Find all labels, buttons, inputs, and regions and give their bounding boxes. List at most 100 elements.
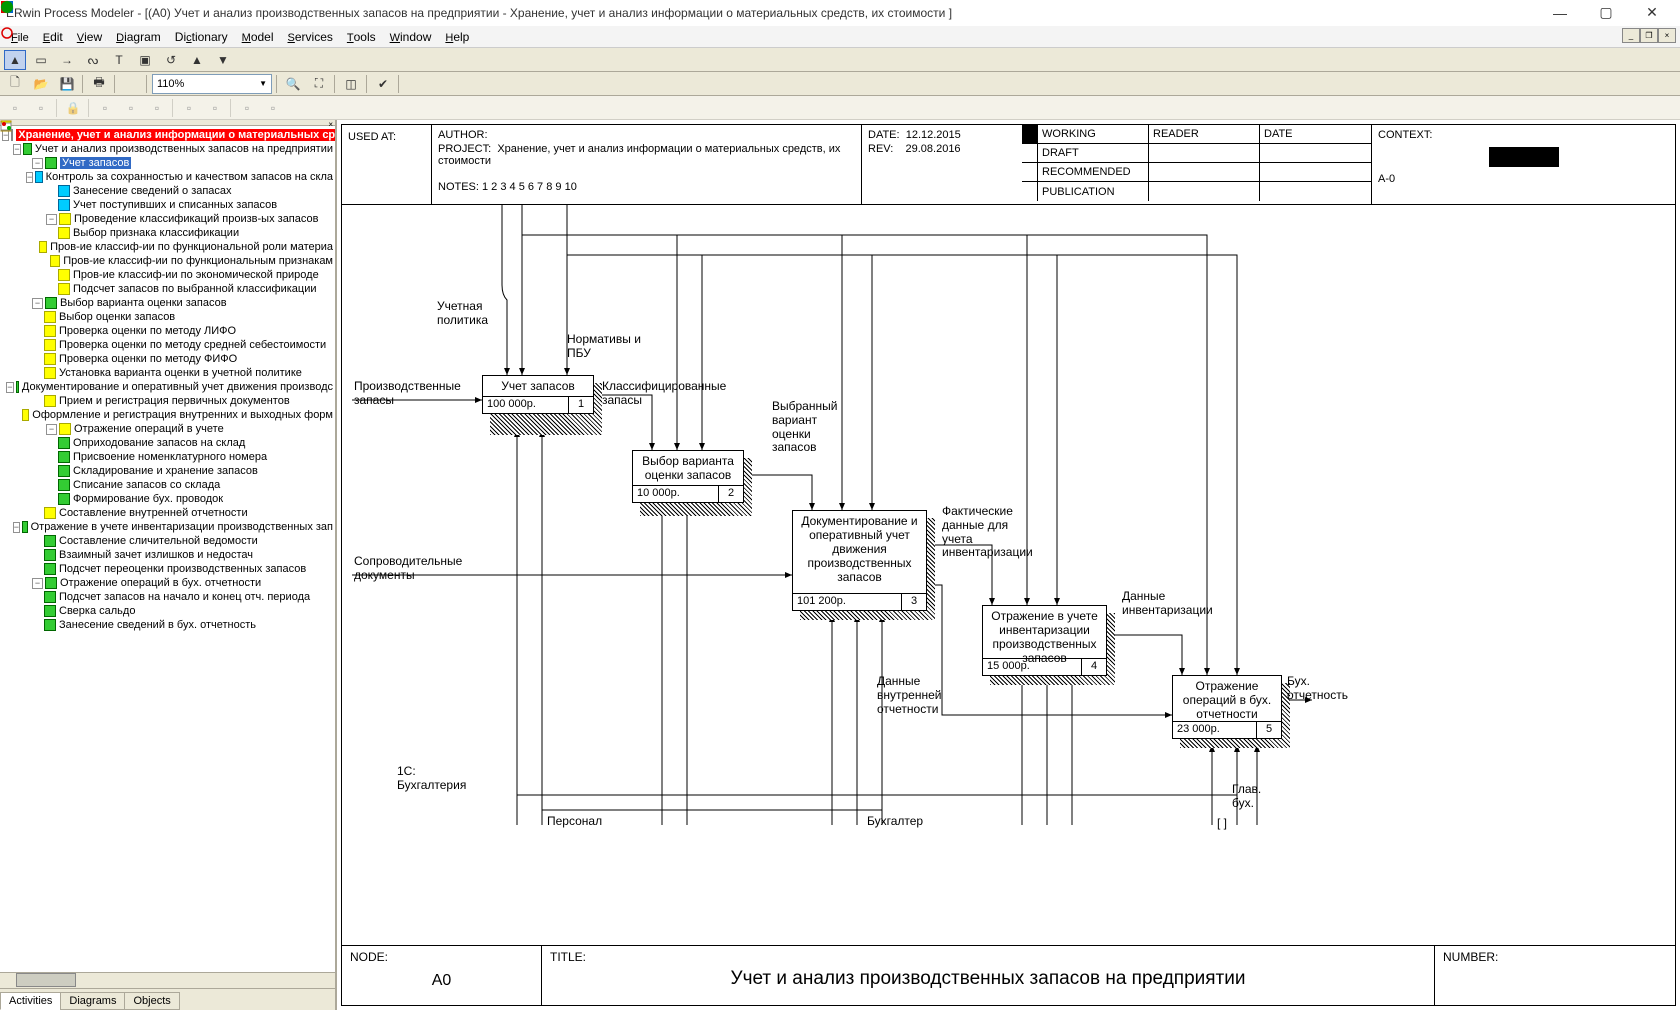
mm-btn5[interactable]: ▫ (146, 98, 168, 118)
tree-hscroll[interactable] (0, 972, 335, 988)
mdi-restore[interactable]: ❐ (1640, 28, 1658, 43)
tree-item[interactable]: Отражение в учете инвентаризации произво… (31, 521, 333, 533)
tree-item[interactable]: Занесение сведений в бух. отчетность (59, 619, 256, 631)
mm-btn9[interactable]: ▫ (262, 98, 284, 118)
menu-edit[interactable]: Edit (36, 28, 70, 46)
arrow-label: Бух. отчетность (1287, 675, 1348, 703)
tree-item[interactable]: Сверка сальдо (59, 605, 135, 617)
tree-item[interactable]: Присвоение номенклатурного номера (73, 451, 267, 463)
new-button[interactable]: 🗋 (4, 74, 26, 94)
tree-item[interactable]: Пров-ие классиф-ии по экономической прир… (73, 269, 319, 281)
tree-item[interactable]: Занесение сведений о запасах (73, 185, 232, 197)
tree-item[interactable]: Оформление и регистрация внутренних и вы… (32, 409, 333, 421)
tree-item[interactable]: Отражение операций в бух. отчетности (60, 577, 261, 589)
tree-item[interactable]: Составление внутренней отчетности (59, 507, 248, 519)
context-thumbnail (1489, 147, 1559, 167)
tree-root[interactable]: Хранение, учет и анализ информации о мат… (16, 129, 335, 141)
tree-item[interactable]: Пров-ие классиф-ии по функциональной рол… (50, 241, 333, 253)
menu-services[interactable]: Services (281, 28, 340, 46)
standard-toolbar: 🗋 📂 💾 🖶 110%▼ 🔍 ⛶ ◫ ✔ (0, 72, 1680, 96)
tree-a1[interactable]: Учет запасов (60, 157, 131, 169)
menu-diagram[interactable]: Diagram (109, 28, 168, 46)
tree-item[interactable]: Выбор варианта оценки запасов (60, 297, 227, 309)
mm-btn1[interactable]: ▫ (4, 98, 26, 118)
explorer-tabs: Activities Diagrams Objects (0, 988, 335, 1010)
mm-btn2[interactable]: ▫ (30, 98, 52, 118)
activity-box-4[interactable]: Отражение в учете инвентаризации произво… (982, 605, 1107, 676)
tree-item[interactable]: Пров-ие классиф-ии по функциональным при… (63, 255, 333, 267)
arrow-label: Данные внутренней отчетности (877, 675, 941, 716)
pointer-tool[interactable]: ▲ (4, 50, 26, 70)
mm-btn3[interactable]: ▫ (94, 98, 116, 118)
tree-item[interactable]: Выбор признака классификации (73, 227, 239, 239)
menu-model[interactable]: Model (235, 28, 281, 46)
text-tool[interactable]: T (108, 50, 130, 70)
tree-item[interactable]: Проверка оценки по методу средней себест… (59, 339, 326, 351)
zoom-in[interactable]: 🔍 (282, 74, 304, 94)
menu-help[interactable]: Help (438, 28, 476, 46)
tree-item[interactable]: Проверка оценки по методу ЛИФО (59, 325, 236, 337)
arrow-tool[interactable]: → (56, 50, 78, 70)
maximize-button[interactable]: ▢ (1584, 2, 1628, 24)
tree-item[interactable]: Взаимный зачет излишков и недостач (59, 549, 253, 561)
menu-tools[interactable]: Tools (340, 28, 383, 46)
tree-item[interactable]: Подсчет запасов на начало и конец отч. п… (59, 591, 310, 603)
mm-btn4[interactable]: ▫ (120, 98, 142, 118)
tab-diagrams[interactable]: Diagrams (60, 992, 125, 1010)
menu-view[interactable]: View (70, 28, 109, 46)
diagram-canvas[interactable]: USED AT: AUTHOR: PROJECT: Хранение, учет… (337, 120, 1680, 1010)
activity-box-2[interactable]: Выбор варианта оценки запасов 10 000р.2 (632, 450, 744, 503)
activity-box-1[interactable]: Учет запасов 100 000р.1 (482, 375, 594, 414)
goto-sibling[interactable]: ▼ (212, 50, 234, 70)
tab-activities[interactable]: Activities (0, 992, 61, 1010)
diagram-tool[interactable]: ▣ (134, 50, 156, 70)
tree-item[interactable]: Проверка оценки по методу ФИФО (59, 353, 237, 365)
tree-item[interactable]: Оприходование запасов на склад (73, 437, 245, 449)
tree-item[interactable]: Составление сличительной ведомости (59, 535, 258, 547)
print-button[interactable]: 🖶 (88, 74, 110, 94)
save-button[interactable]: 💾 (56, 74, 78, 94)
arrow-label: Фактические данные для учета инвентариза… (942, 505, 1033, 560)
tree-item[interactable]: Складирование и хранение запасов (73, 465, 258, 477)
tree-item[interactable]: Формирование бух. проводок (73, 493, 223, 505)
minimize-button[interactable]: — (1538, 2, 1582, 24)
tree-item[interactable]: Прием и регистрация первичных документов (59, 395, 290, 407)
tree-item[interactable]: Контроль за сохранностью и качеством зап… (46, 171, 333, 183)
tree-item[interactable]: Документирование и оперативный учет движ… (22, 381, 333, 393)
model-tree[interactable]: −Хранение, учет и анализ информации о ма… (0, 126, 335, 972)
mm-btn7[interactable]: ▫ (204, 98, 226, 118)
mm-btn8[interactable]: ▫ (236, 98, 258, 118)
tree-item[interactable]: Выбор оценки запасов (59, 311, 175, 323)
open-button[interactable]: 📂 (30, 74, 52, 94)
mdi-minimize[interactable]: _ (1622, 28, 1640, 43)
tree-item[interactable]: Учет поступивших и списанных запасов (73, 199, 277, 211)
close-button[interactable]: ✕ (1630, 2, 1674, 24)
tree-item[interactable]: Проведение классификаций произв-ых запас… (74, 213, 318, 225)
goto-parent[interactable]: ↺ (160, 50, 182, 70)
tree-item[interactable]: Подсчет запасов по выбранной классификац… (73, 283, 317, 295)
zoom-combo[interactable]: 110%▼ (152, 74, 272, 94)
tree-item[interactable]: Списание запасов со склада (73, 479, 220, 491)
tree-item[interactable]: Установка варианта оценки в учетной поли… (59, 367, 302, 379)
mdi-close[interactable]: × (1658, 28, 1676, 43)
activity-box-5[interactable]: Отражение операций в бух. отчетности 23 … (1172, 675, 1282, 739)
goto-child[interactable]: ▲ (186, 50, 208, 70)
tab-objects[interactable]: Objects (124, 992, 179, 1010)
mm-btn6[interactable]: ▫ (178, 98, 200, 118)
model-explorer[interactable]: ◫ (340, 74, 362, 94)
arrow-label: Глав. бух. (1232, 783, 1261, 811)
activity-tool[interactable]: ▭ (30, 50, 52, 70)
tree-item[interactable]: Отражение операций в учете (74, 423, 224, 435)
modelmart-button[interactable] (404, 74, 426, 94)
arrow-label: Данные инвентаризации (1122, 590, 1213, 618)
menu-window[interactable]: Window (383, 28, 439, 46)
activity-box-3[interactable]: Документирование и оперативный учет движ… (792, 510, 927, 611)
menu-dictionary[interactable]: Dictionary (168, 28, 235, 46)
tree-a0[interactable]: Учет и анализ производственных запасов н… (35, 143, 333, 155)
spell-check[interactable]: ✔ (372, 74, 394, 94)
zoom-fit[interactable]: ⛶ (308, 74, 330, 94)
mm-lock[interactable]: 🔒 (62, 98, 84, 118)
report-button[interactable] (120, 74, 142, 94)
tree-item[interactable]: Подсчет переоценки производственных запа… (59, 563, 306, 575)
squiggle-tool[interactable]: ᔓ (82, 50, 104, 70)
